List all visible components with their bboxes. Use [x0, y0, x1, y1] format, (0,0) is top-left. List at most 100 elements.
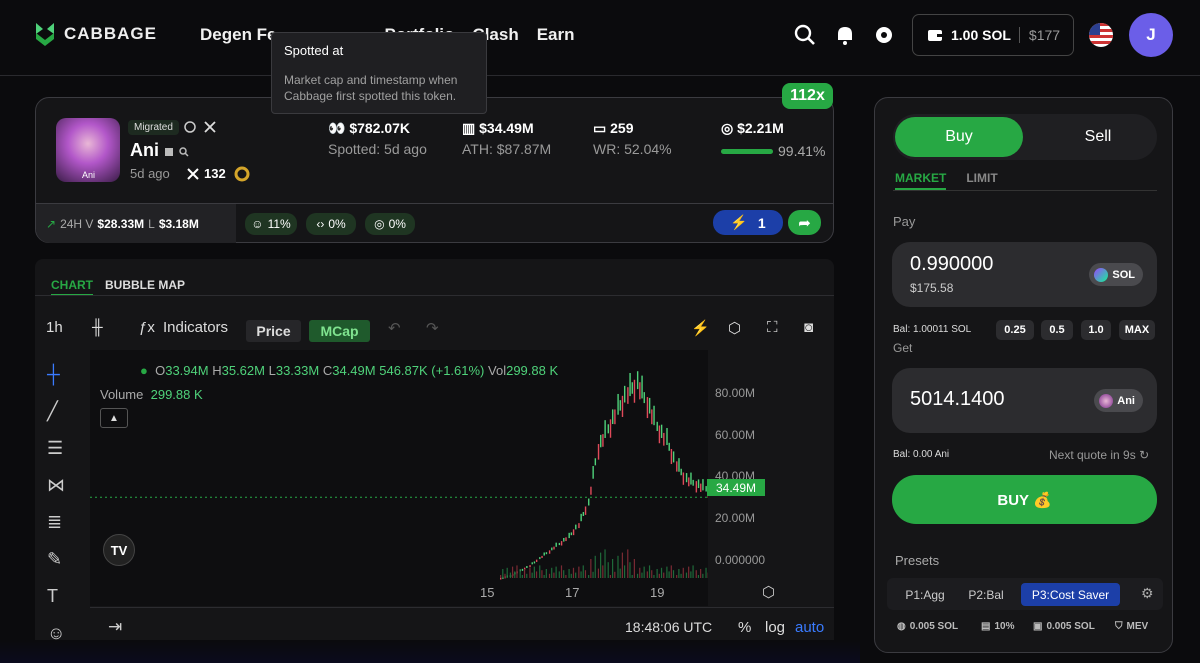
share-button[interactable]: ➦ [788, 210, 821, 235]
user-avatar[interactable]: J [1129, 13, 1173, 57]
camera-icon[interactable]: ◙ [804, 319, 813, 336]
sell-tab[interactable]: Sell [1043, 117, 1153, 157]
pct-max-button[interactable]: MAX [1119, 320, 1155, 340]
candle [570, 532, 573, 536]
preset-p1[interactable]: P1:Agg [897, 583, 953, 606]
search-icon[interactable] [794, 24, 816, 46]
candle [619, 400, 621, 411]
volume-bar [692, 565, 694, 578]
volume-bar [597, 568, 600, 578]
tab-bubble-map[interactable]: BUBBLE MAP [105, 278, 185, 296]
preset-p2[interactable]: P2:Bal [960, 583, 1012, 606]
candle [678, 458, 680, 472]
volume-bar [563, 570, 565, 578]
alert-icon[interactable]: ⚡ [691, 319, 710, 337]
token-image[interactable]: Ani [56, 118, 120, 182]
preset-p3[interactable]: P3:Cost Saver [1021, 583, 1120, 606]
gear-icon[interactable] [873, 24, 895, 46]
ohlc-c-label: C [322, 363, 333, 378]
price-button[interactable]: Price [246, 320, 301, 342]
volume-bar [539, 565, 541, 578]
buy-button[interactable]: BUY 💰 [892, 475, 1157, 524]
interval-select[interactable]: 1h [46, 319, 63, 336]
wallet-button[interactable]: 1.00 SOL $177 [912, 14, 1074, 56]
date-range-icon[interactable]: ⇥ [108, 617, 122, 637]
function-icon[interactable]: ƒx [139, 319, 155, 336]
search-small-icon[interactable] [179, 147, 189, 157]
axis-settings-icon[interactable]: ⬡ [762, 583, 775, 601]
logo[interactable]: CABBAGE [34, 21, 157, 47]
volume-bar [633, 559, 635, 578]
holders-pill[interactable]: ☺ 11% [245, 213, 297, 235]
get-token-pill[interactable]: Ani [1094, 389, 1143, 412]
candle [651, 409, 653, 425]
nav-degen-feed[interactable]: Degen Fe [200, 25, 277, 45]
candles-icon[interactable]: ╫ [92, 319, 103, 336]
get-token: Ani [1117, 394, 1135, 407]
volume-bar [548, 573, 551, 578]
tab-chart[interactable]: CHART [51, 278, 93, 296]
lines-icon[interactable]: ☰ [47, 438, 65, 459]
pct-025-button[interactable]: 0.25 [996, 320, 1034, 340]
fullscreen-icon[interactable]: ⛶ [767, 319, 778, 336]
pay-balance: Bal: 1.00011 SOL [893, 324, 972, 335]
spotted-mcap: $782.07K [349, 120, 411, 136]
dev-pill[interactable]: ‹› 0% [306, 213, 356, 235]
fib-icon[interactable]: ≣ [47, 512, 65, 533]
stat-spotted[interactable]: 👀 $782.07K Spotted: 5d ago [328, 120, 427, 157]
tradingview-logo-icon[interactable]: TV [103, 534, 135, 566]
wallet-icon [928, 30, 942, 41]
volume-bar [666, 566, 668, 578]
candle [697, 479, 700, 489]
visibility-icon[interactable]: ● [140, 363, 148, 378]
refresh-icon[interactable]: ↻ [1139, 448, 1149, 462]
pct-05-button[interactable]: 0.5 [1041, 320, 1073, 340]
nav-earn[interactable]: Earn [537, 25, 575, 45]
preset-settings-icon[interactable]: ⚙ [1141, 585, 1154, 602]
volume-bar [519, 570, 521, 578]
log-toggle[interactable]: log [765, 619, 785, 636]
globe-icon[interactable] [184, 121, 196, 133]
pay-amount[interactable]: 0.990000 [910, 253, 993, 276]
pct-10-button[interactable]: 1.0 [1081, 320, 1111, 340]
pay-input[interactable]: 0.990000 $175.58 SOL [892, 242, 1157, 307]
text-tool-icon[interactable]: T [47, 586, 65, 607]
boost-button[interactable]: ⚡ 1 [713, 210, 783, 235]
copy-icon[interactable] [164, 147, 174, 157]
token-image-label: Ani [82, 170, 96, 180]
crosshair-icon[interactable]: ┼ [47, 364, 65, 385]
pay-token-pill[interactable]: SOL [1089, 263, 1143, 286]
settings-hex-icon[interactable]: ⬡ [728, 319, 741, 337]
candle [539, 557, 541, 560]
brand-name: CABBAGE [64, 24, 157, 43]
indicators-button[interactable]: Indicators [163, 319, 228, 336]
tab-limit[interactable]: LIMIT [966, 171, 997, 190]
volume-bar [705, 567, 707, 578]
candle [695, 481, 698, 493]
snipers-pill[interactable]: ◎ 0% [365, 213, 415, 235]
buy-tab[interactable]: Buy [895, 117, 1023, 157]
pattern-icon[interactable]: ⋈ [47, 475, 65, 496]
candle [660, 424, 663, 438]
collapse-button[interactable]: ▲ [100, 408, 128, 428]
brush-icon[interactable]: ✎ [47, 549, 65, 570]
preset-fee-value: 0.005 SOL [909, 621, 959, 632]
x-icon[interactable] [204, 121, 216, 133]
get-input[interactable]: 5014.1400 Ani [892, 368, 1157, 433]
candle [702, 479, 704, 491]
bell-icon[interactable] [834, 24, 856, 46]
us-flag-icon[interactable] [1089, 23, 1113, 47]
auto-toggle[interactable]: auto [795, 619, 824, 636]
mcap-button[interactable]: MCap [309, 320, 370, 342]
tab-market[interactable]: MARKET [895, 171, 947, 190]
redo-icon[interactable]: ↷ [426, 319, 439, 337]
next-quote: Next quote in 9s ↻ [1049, 448, 1149, 462]
boost-count: 1 [757, 214, 766, 231]
candle [682, 472, 685, 485]
volume-bar [592, 571, 594, 578]
trendline-icon[interactable]: ╱ [47, 401, 65, 422]
percent-toggle[interactable]: % [738, 619, 751, 636]
candle [600, 434, 602, 448]
volume-bar [594, 555, 596, 578]
undo-icon[interactable]: ↶ [388, 319, 401, 337]
